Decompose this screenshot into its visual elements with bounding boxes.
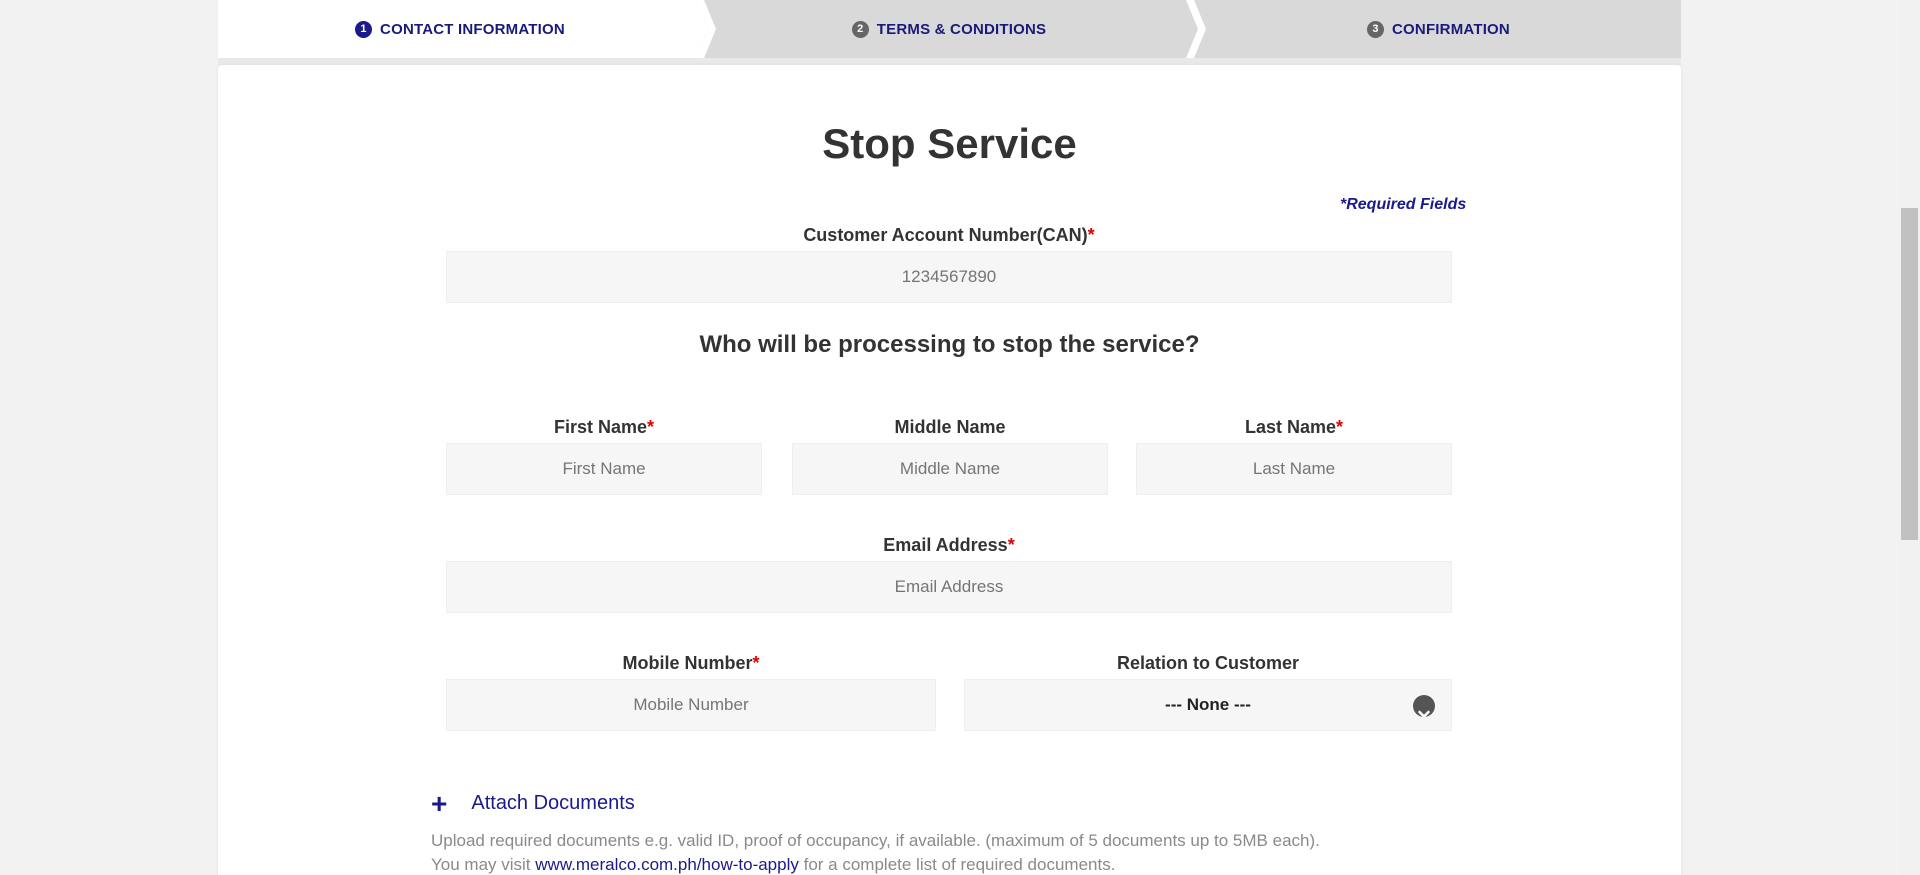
- step-contact-information[interactable]: 1 CONTACT INFORMATION: [218, 0, 702, 58]
- form-card: Stop Service *Required Fields Customer A…: [218, 65, 1681, 875]
- chevron-down-icon: [1413, 695, 1435, 718]
- stepper-underline: [218, 58, 1681, 65]
- relation-selected-value: --- None ---: [1165, 695, 1251, 714]
- can-label: Customer Account Number(CAN)*: [446, 225, 1452, 246]
- first-name-input[interactable]: [446, 443, 762, 495]
- step-terms-conditions[interactable]: 2 TERMS & CONDITIONS: [702, 0, 1196, 58]
- vertical-scrollbar[interactable]: [1899, 0, 1920, 875]
- chevron-down-glyph: [1418, 710, 1430, 718]
- processor-question-heading: Who will be processing to stop the servi…: [699, 331, 1200, 358]
- last-name-label-text: Last Name: [1244, 417, 1337, 437]
- required-asterisk: *: [752, 653, 760, 673]
- attach-help-text: Upload required documents e.g. valid ID,…: [431, 829, 1320, 875]
- step-label: CONTACT INFORMATION: [380, 20, 565, 38]
- middle-name-input[interactable]: [792, 443, 1108, 495]
- how-to-apply-link[interactable]: www.meralco.com.ph/how-to-apply: [535, 855, 799, 874]
- step-number-badge: 1: [355, 20, 373, 38]
- email-label: Email Address*: [446, 535, 1452, 556]
- first-name-label: First Name*: [446, 417, 762, 438]
- required-asterisk: *: [1336, 417, 1344, 437]
- scrollbar-thumb[interactable]: [1901, 208, 1918, 540]
- last-name-label: Last Name*: [1136, 417, 1452, 438]
- plus-icon: +: [431, 787, 448, 819]
- relation-label: Relation to Customer: [964, 653, 1452, 674]
- last-name-input[interactable]: [1136, 443, 1452, 495]
- attach-help-prefix: You may visit: [431, 855, 531, 874]
- middle-name-label-text: Middle Name: [894, 417, 1006, 437]
- relation-label-text: Relation to Customer: [1116, 653, 1299, 673]
- required-asterisk: *: [647, 417, 655, 437]
- step-number-badge: 3: [1367, 20, 1385, 38]
- attach-help-line2: You may visit www.meralco.com.ph/how-to-…: [431, 853, 1320, 875]
- page-viewport: 1 CONTACT INFORMATION 2 TERMS & CONDITIO…: [0, 0, 1899, 875]
- mobile-label: Mobile Number*: [446, 653, 936, 674]
- attach-help-line1: Upload required documents e.g. valid ID,…: [431, 831, 1320, 850]
- progress-stepper: 1 CONTACT INFORMATION 2 TERMS & CONDITIO…: [218, 0, 1681, 65]
- middle-name-label: Middle Name: [792, 417, 1108, 438]
- email-label-text: Email Address: [883, 535, 1008, 555]
- step-number-badge: 2: [851, 20, 869, 38]
- mobile-label-text: Mobile Number: [622, 653, 753, 673]
- step-label: CONFIRMATION: [1392, 20, 1510, 38]
- relation-select[interactable]: --- None ---: [964, 679, 1452, 731]
- mobile-input[interactable]: [446, 679, 936, 731]
- step-label: TERMS & CONDITIONS: [876, 20, 1047, 38]
- step-confirmation[interactable]: 3 CONFIRMATION: [1196, 0, 1681, 58]
- page-title: Stop Service: [822, 120, 1077, 167]
- can-input[interactable]: [446, 251, 1452, 303]
- email-input[interactable]: [446, 561, 1452, 613]
- can-label-text: Customer Account Number(CAN): [803, 225, 1088, 245]
- required-asterisk: *: [1087, 225, 1095, 245]
- attach-documents-toggle[interactable]: + Attach Documents: [431, 787, 635, 819]
- required-fields-note: *Required Fields: [1340, 196, 1467, 213]
- required-asterisk: *: [1007, 535, 1015, 555]
- attach-documents-label: Attach Documents: [471, 792, 635, 814]
- first-name-label-text: First Name: [553, 417, 648, 437]
- attach-help-suffix: for a complete list of required document…: [803, 855, 1116, 874]
